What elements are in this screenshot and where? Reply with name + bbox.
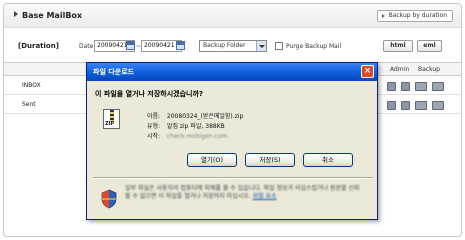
backup-by-duration-button[interactable]: Backup by duration xyxy=(376,10,453,22)
mailbox-name: INBOX xyxy=(22,82,41,89)
dialog-titlebar[interactable]: 파일 다운로드 × xyxy=(87,63,377,81)
calendar-icon[interactable] xyxy=(126,41,135,50)
risk-link[interactable]: 위험 요소 xyxy=(253,193,277,200)
panel-title: Base MailBox xyxy=(14,11,82,20)
save-button[interactable]: 저장(S) xyxy=(245,153,295,167)
file-type-key: 유형: xyxy=(147,123,161,130)
dialog-title: 파일 다운로드 xyxy=(93,68,135,76)
backup-folder-value: Backup Folder xyxy=(203,42,246,49)
triangle-icon xyxy=(381,14,385,18)
download-icon[interactable] xyxy=(401,101,410,110)
security-warning-text: 일부 파일은 사용자의 컴퓨터에 피해를 줄 수 있습니다. 파일 정보가 의심… xyxy=(125,185,360,200)
file-name-row: 이름: 20080324_(받은메일함).zip xyxy=(147,111,243,120)
backup-folder-select[interactable]: Backup Folder xyxy=(199,40,267,52)
file-source-key: 시작: xyxy=(147,133,161,140)
open-button[interactable]: 열기(O) xyxy=(187,153,237,167)
html-download-icon[interactable] xyxy=(415,82,427,91)
trash-icon[interactable] xyxy=(387,82,396,91)
cancel-button[interactable]: 취소 xyxy=(303,153,353,167)
trash-icon[interactable] xyxy=(387,101,396,110)
mailbox-name: Sent xyxy=(22,101,36,108)
html-download-icon[interactable] xyxy=(415,101,427,110)
column-header-backup: Backup xyxy=(418,66,440,73)
file-source-row: 시작: check.mobigen.com xyxy=(147,131,227,140)
panel-title-text: Base MailBox xyxy=(22,11,83,20)
html-button[interactable]: html xyxy=(383,40,413,52)
dialog-divider xyxy=(93,177,373,179)
zip-icon-label: ZIP xyxy=(105,121,115,127)
eml-download-icon[interactable] xyxy=(432,82,444,91)
panel-header: Base MailBox Backup by duration xyxy=(4,4,461,28)
duration-toolbar: [Duration] Date : 20090421 ~ 20090421 Ba… xyxy=(4,36,461,60)
file-type-value: 알집 zip 파일, 388KB xyxy=(166,123,225,130)
backup-by-duration-label: Backup by duration xyxy=(388,12,447,19)
file-download-dialog: 파일 다운로드 × 이 파일을 열거나 저장하시겠습니까? ZIP 이름: 20… xyxy=(86,62,378,220)
duration-label: [Duration] xyxy=(18,42,59,50)
calendar-icon[interactable] xyxy=(176,41,185,50)
shield-icon xyxy=(101,189,117,209)
file-type-row: 유형: 알집 zip 파일, 388KB xyxy=(147,121,225,130)
file-name-value: 20080324_(받은메일함).zip xyxy=(166,113,244,120)
eml-button[interactable]: eml xyxy=(417,40,442,52)
eml-download-icon[interactable] xyxy=(432,101,444,110)
triangle-icon xyxy=(14,11,18,17)
purge-backup-label: Purge Backup Mail xyxy=(286,43,342,50)
file-source-value: check.mobigen.com xyxy=(166,133,228,140)
column-header-admin: Admin xyxy=(390,66,410,73)
close-icon[interactable]: × xyxy=(361,65,374,78)
dialog-question: 이 파일을 열거나 저장하시겠습니까? xyxy=(95,90,203,98)
zip-file-icon: ZIP xyxy=(103,109,120,129)
download-icon[interactable] xyxy=(401,82,410,91)
chevron-down-icon xyxy=(256,41,266,51)
purge-backup-checkbox[interactable] xyxy=(275,42,283,50)
file-name-key: 이름: xyxy=(147,113,161,120)
security-warning: 일부 파일은 사용자의 컴퓨터에 피해를 줄 수 있습니다. 파일 정보가 의심… xyxy=(125,185,365,201)
